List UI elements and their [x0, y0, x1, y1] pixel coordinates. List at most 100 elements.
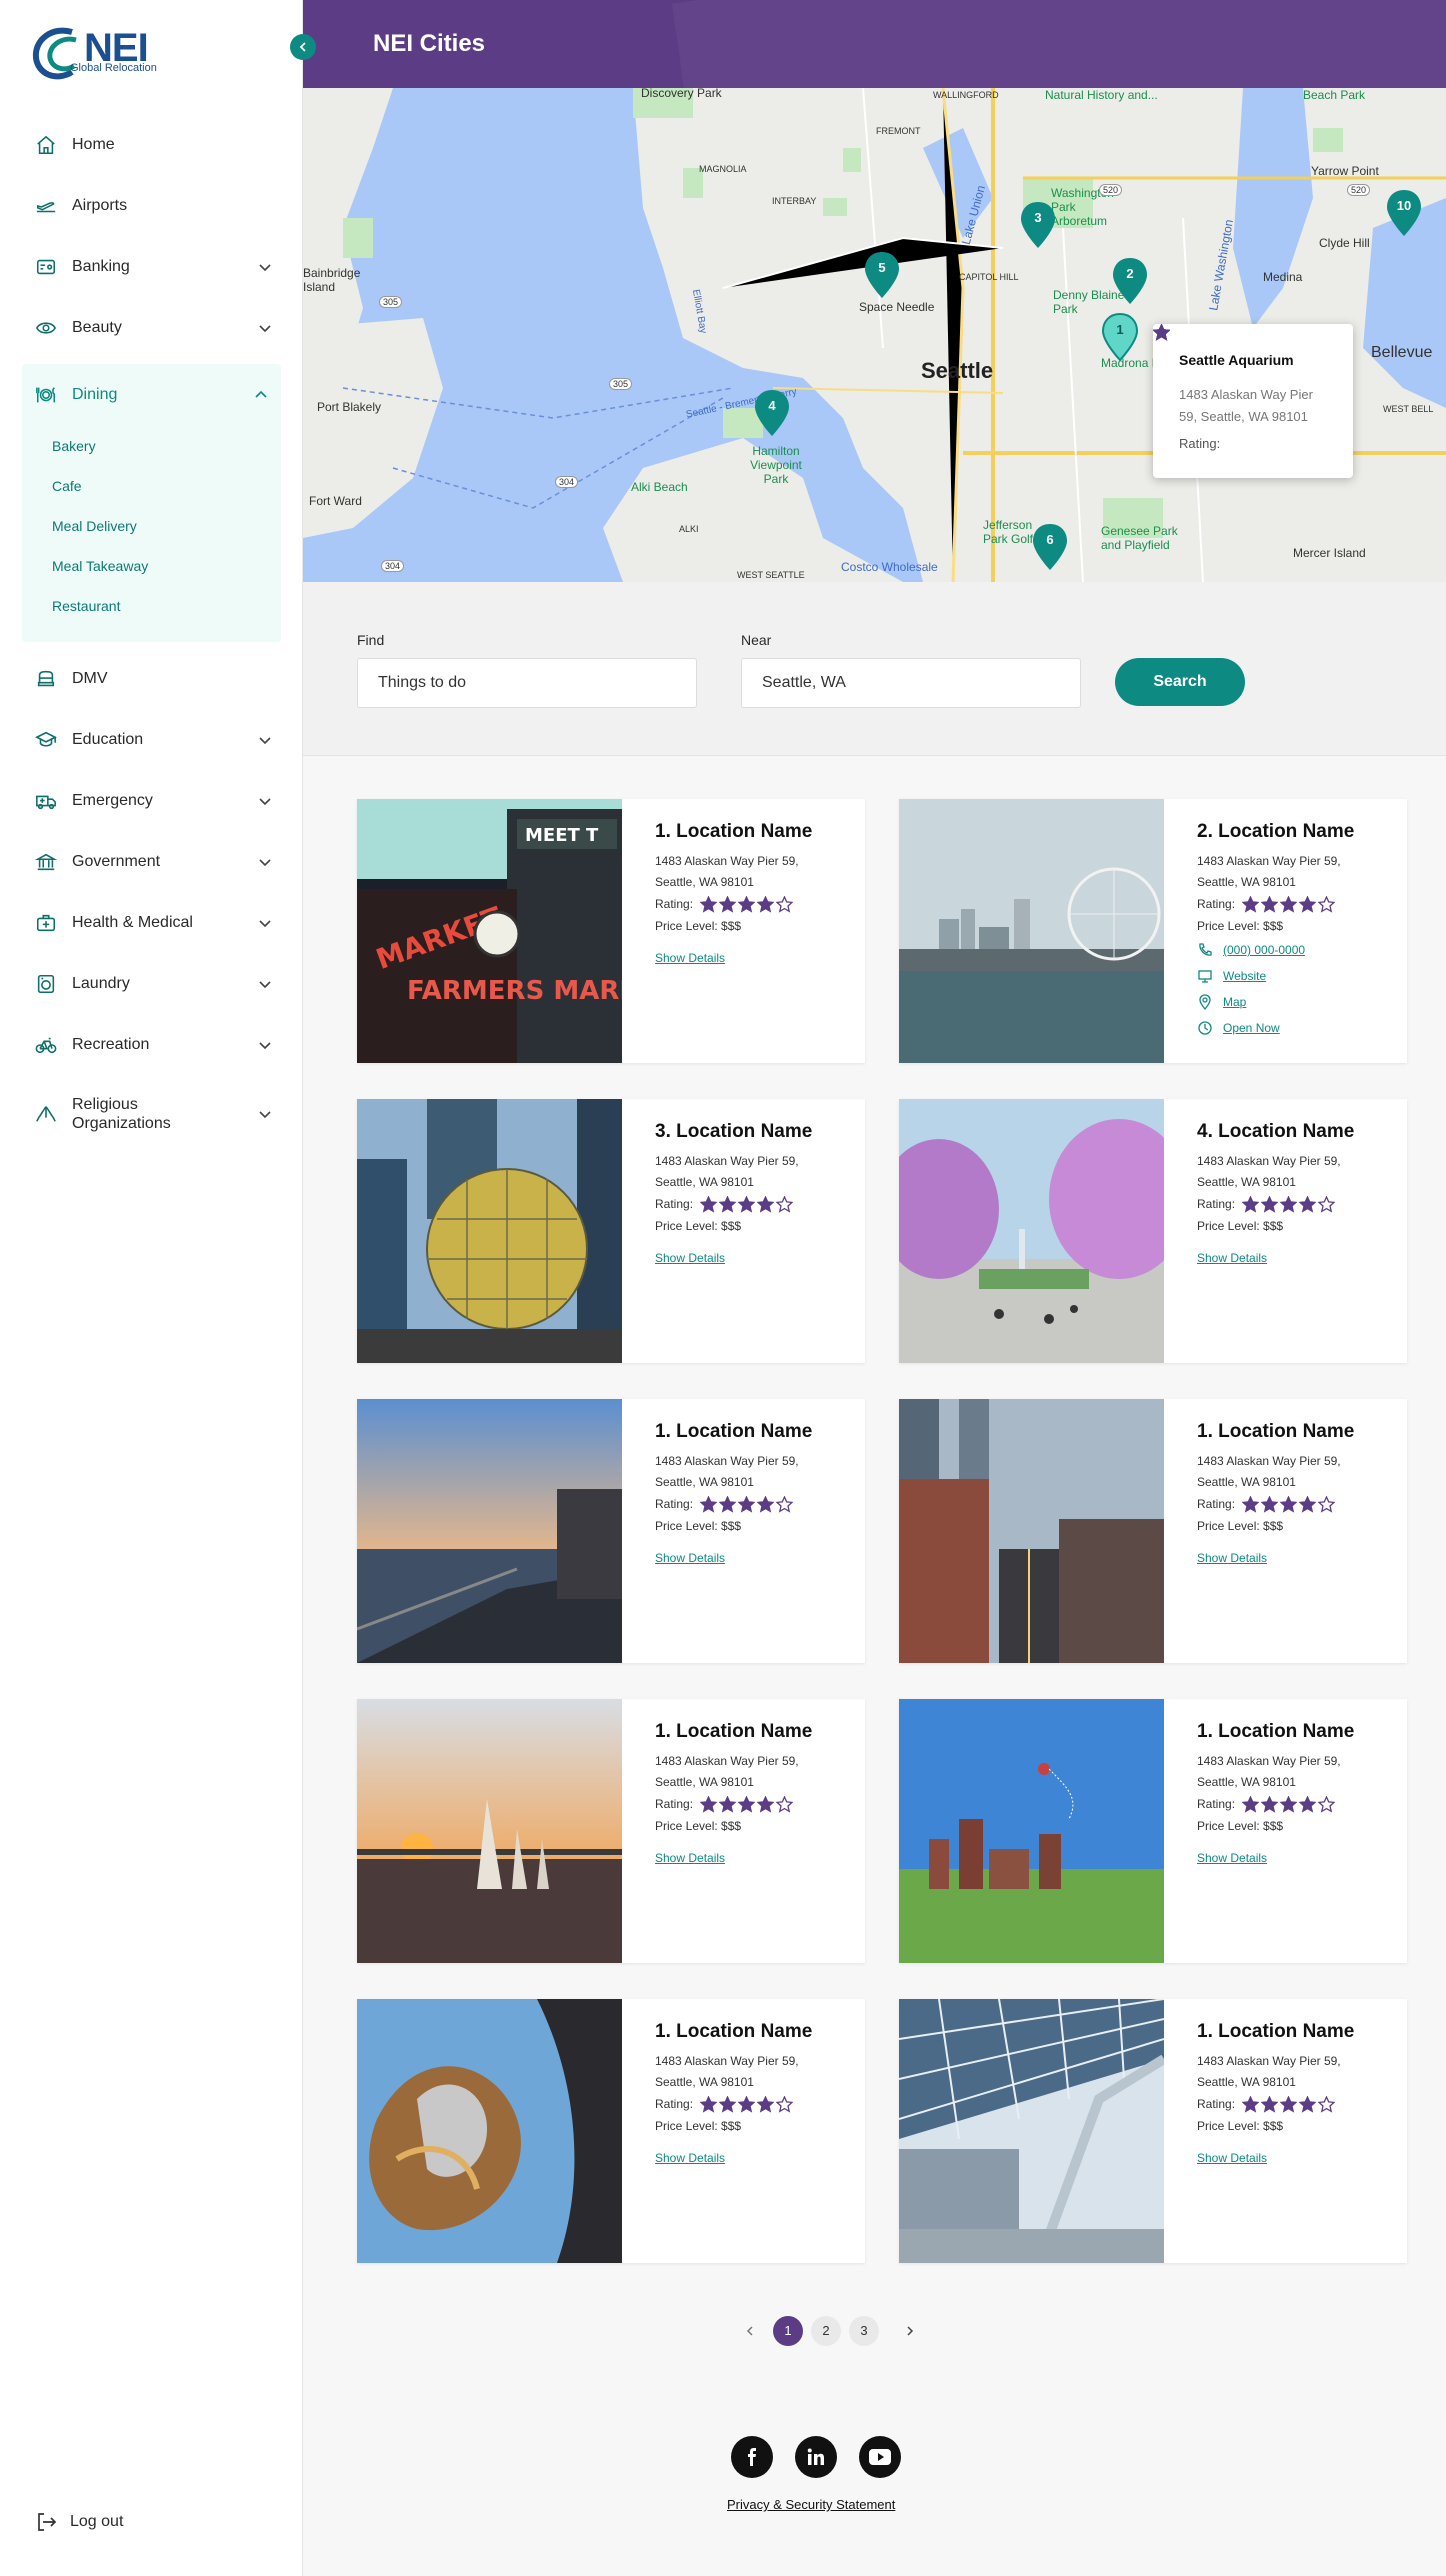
search-button[interactable]: Search [1115, 658, 1245, 706]
map-label: Port Blakely [317, 400, 382, 414]
map-label: Alki Beach [631, 480, 688, 494]
sidebar-item-laundry[interactable]: Laundry [0, 953, 303, 1014]
map-pin-2[interactable]: 2 [1111, 256, 1149, 306]
card-phone-link[interactable]: (000) 000-0000 [1197, 937, 1397, 963]
star-filled-icon [738, 896, 756, 913]
sidebar-item-home[interactable]: Home [0, 114, 303, 175]
sidebar-item-religious-organizations[interactable]: Religious Organizations [0, 1075, 303, 1153]
sidebar-subitem-meal-takeaway[interactable]: Meal Takeaway [0, 546, 281, 586]
result-card[interactable]: 2. Location Name 1483 Alaskan Way Pier 5… [899, 799, 1407, 1063]
chevron-down-icon[interactable] [257, 854, 273, 870]
result-card[interactable]: 1. Location Name 1483 Alaskan Way Pier 5… [899, 1999, 1407, 2263]
map-pin-4[interactable]: 4 [753, 388, 791, 438]
chevron-down-icon[interactable] [257, 793, 273, 809]
result-card[interactable]: 1. Location Name 1483 Alaskan Way Pier 5… [357, 1999, 865, 2263]
sidebar-subitem-meal-delivery[interactable]: Meal Delivery [0, 506, 281, 546]
show-details-link[interactable]: Show Details [655, 1851, 855, 1865]
show-details-link[interactable]: Show Details [655, 951, 855, 965]
nei-logo[interactable]: NEI Global Relocation [32, 24, 172, 80]
chevron-down-icon[interactable] [257, 976, 273, 992]
previous-page-button[interactable] [735, 2316, 765, 2346]
card-hours-link[interactable]: Open Now [1197, 1015, 1397, 1041]
dining-section: Dining Bakery Cafe Meal Delivery Meal Ta… [22, 364, 281, 642]
map-pin-3[interactable]: 3 [1019, 200, 1057, 250]
chevron-down-icon[interactable] [257, 320, 273, 336]
pin-number: 1 [1116, 322, 1124, 337]
card-map-link[interactable]: Map [1197, 989, 1397, 1015]
card-address-line1: 1483 Alaskan Way Pier 59, [655, 1454, 799, 1468]
show-details-link[interactable]: Show Details [655, 1551, 855, 1565]
card-image-glass-atrium [899, 1999, 1164, 2263]
show-details-link[interactable]: Show Details [1197, 1851, 1397, 1865]
next-page-button[interactable] [895, 2316, 925, 2346]
chevron-down-icon[interactable] [257, 259, 273, 275]
result-card[interactable]: 1. Location Name 1483 Alaskan Way Pier 5… [357, 1399, 865, 1663]
result-card[interactable]: 3. Location Name 1483 Alaskan Way Pier 5… [357, 1099, 865, 1363]
star-rating [1242, 1196, 1337, 1213]
card-title: 4. Location Name [1197, 1121, 1355, 1142]
map-pin-6[interactable]: 6 [1031, 522, 1069, 572]
facebook-icon[interactable] [731, 2436, 773, 2478]
page-1-button[interactable]: 1 [773, 2316, 803, 2346]
sidebar-item-emergency[interactable]: Emergency [0, 770, 303, 831]
map-text: Map [1223, 995, 1247, 1009]
airplane-icon [34, 194, 58, 218]
sidebar-item-label: Recreation [72, 1035, 150, 1053]
sidebar-item-recreation[interactable]: Recreation [0, 1014, 303, 1075]
show-details-link[interactable]: Show Details [1197, 1551, 1397, 1565]
card-body: 1. Location Name 1483 Alaskan Way Pier 5… [655, 2021, 855, 2165]
youtube-icon[interactable] [859, 2436, 901, 2478]
show-details-link[interactable]: Show Details [1197, 2151, 1397, 2165]
star-rating [700, 2096, 795, 2113]
find-input[interactable]: Things to do [357, 658, 697, 708]
sidebar-item-dining[interactable]: Dining [22, 364, 281, 426]
map-pin-5[interactable]: 5 [863, 250, 901, 300]
sidebar-item-label: Banking [72, 257, 130, 275]
sidebar-item-banking[interactable]: Banking [0, 236, 303, 297]
show-details-link[interactable]: Show Details [655, 2151, 855, 2165]
sidebar-item-education[interactable]: Education [0, 709, 303, 770]
sidebar-item-airports[interactable]: Airports [0, 175, 303, 236]
card-title: 1. Location Name [655, 1721, 813, 1742]
privacy-statement-link[interactable]: Privacy & Security Statement [727, 2497, 895, 2512]
sidebar-item-health-medical[interactable]: Health & Medical [0, 892, 303, 953]
map-pin-10[interactable]: 10 [1385, 188, 1423, 238]
card-body: 1. Location Name 1483 Alaskan Way Pier 5… [655, 1421, 855, 1565]
near-input[interactable]: Seattle, WA [741, 658, 1081, 708]
map-view[interactable]: Seattle Discovery Park Natural History a… [303, 88, 1446, 582]
pin-number: 2 [1126, 266, 1134, 281]
result-card[interactable]: 1. Location Name 1483 Alaskan Way Pier 5… [357, 1699, 865, 1963]
result-card[interactable]: 4. Location Name 1483 Alaskan Way Pier 5… [899, 1099, 1407, 1363]
sidebar-item-dmv[interactable]: DMV [0, 648, 303, 709]
page-3-button[interactable]: 3 [849, 2316, 879, 2346]
card-website-link[interactable]: Website [1197, 963, 1397, 989]
collapse-sidebar-button[interactable] [290, 34, 316, 60]
chevron-down-icon[interactable] [257, 1106, 273, 1122]
sidebar-item-beauty[interactable]: Beauty [0, 297, 303, 358]
sidebar-subitem-bakery[interactable]: Bakery [0, 426, 281, 466]
card-address-line2: Seattle, WA 98101 [1197, 1175, 1296, 1189]
show-details-link[interactable]: Show Details [1197, 1251, 1397, 1265]
card-address-line2: Seattle, WA 98101 [655, 2075, 754, 2089]
chevron-down-icon[interactable] [257, 915, 273, 931]
result-card[interactable]: 1. Location Name 1483 Alaskan Way Pier 5… [899, 1699, 1407, 1963]
sidebar-nav: Home Airports Banking Beauty Dining Bake… [0, 114, 303, 1153]
chevron-down-icon[interactable] [257, 1037, 273, 1053]
star-filled-icon [719, 1496, 737, 1513]
star-rating [700, 1496, 795, 1513]
linkedin-icon[interactable] [795, 2436, 837, 2478]
eye-icon [34, 316, 58, 340]
card-image-museum-of-pop-culture [357, 1999, 622, 2263]
map-pin-1-selected[interactable]: 1 [1101, 312, 1139, 362]
star-empty-icon [1318, 2096, 1336, 2113]
chevron-up-icon[interactable] [253, 387, 269, 403]
show-details-link[interactable]: Show Details [655, 1251, 855, 1265]
result-card[interactable]: 1. Location Name 1483 Alaskan Way Pier 5… [899, 1399, 1407, 1663]
page-2-button[interactable]: 2 [811, 2316, 841, 2346]
sidebar-item-government[interactable]: Government [0, 831, 303, 892]
chevron-down-icon[interactable] [257, 732, 273, 748]
result-card[interactable]: MEET T MARKET FARMERS MARK 1. Location Nam… [357, 799, 865, 1063]
logout-button[interactable]: Log out [34, 2510, 123, 2534]
sidebar-subitem-restaurant[interactable]: Restaurant [0, 586, 281, 626]
sidebar-subitem-cafe[interactable]: Cafe [0, 466, 281, 506]
